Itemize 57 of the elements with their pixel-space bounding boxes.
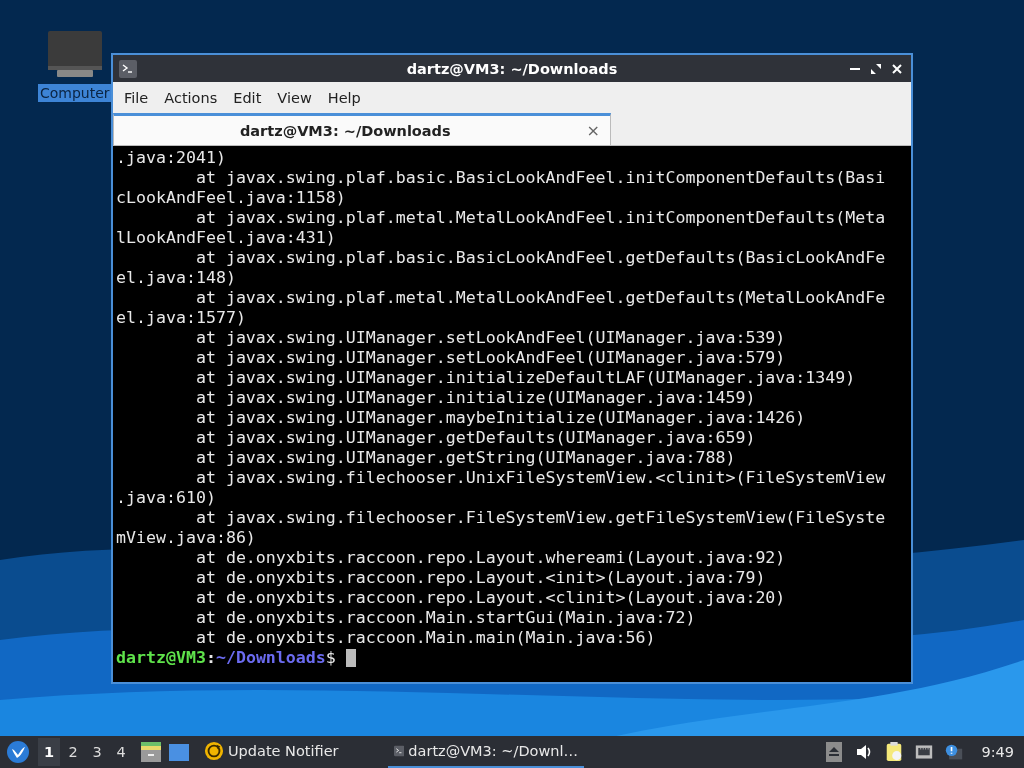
output-line: at de.onyxbits.raccoon.repo.Layout.<clinit>(Layout.java:20) bbox=[194, 588, 786, 608]
output-line: at javax.swing.UIManager.getString(UIManager.java:788) bbox=[194, 448, 736, 468]
file-cabinet-icon[interactable] bbox=[140, 741, 162, 763]
output-line: lLookAndFeel.java:431) bbox=[116, 228, 336, 248]
terminal-icon bbox=[119, 59, 137, 78]
output-line: at javax.swing.plaf.metal.MetalLookAndFeel.getDefaults(MetalLookAndFe bbox=[194, 288, 886, 308]
menu-item[interactable]: File bbox=[116, 87, 157, 108]
task-button[interactable]: dartz@VM3: ~/Downl… bbox=[388, 736, 584, 768]
output-line: el.java:148) bbox=[116, 268, 236, 288]
icon-label[interactable]: Computer bbox=[38, 84, 112, 102]
output-line: at javax.swing.plaf.metal.MetalLookAndFeel.initComponentDefaults(Meta bbox=[194, 208, 886, 228]
output-line: at de.onyxbits.raccoon.repo.Layout.whereami(Layout.java:92) bbox=[194, 548, 786, 568]
output-line: at de.onyxbits.raccoon.Main.main(Main.java:56) bbox=[194, 628, 656, 648]
output-line: .java:2041) bbox=[116, 148, 226, 168]
eject-icon[interactable] bbox=[825, 742, 844, 762]
tab[interactable]: dartz@VM3: ~/Downloads × bbox=[113, 113, 611, 145]
output-line: at javax.swing.UIManager.initialize(UIManager.java:1459) bbox=[194, 388, 756, 408]
maximize-icon[interactable] bbox=[870, 62, 882, 75]
workspace-button[interactable]: 2 bbox=[62, 738, 84, 766]
output-line: cLookAndFeel.java:1158) bbox=[116, 188, 346, 208]
workspace-button[interactable]: 1 bbox=[38, 738, 60, 766]
output-line: at javax.swing.plaf.basic.BasicLookAndFeel.initComponentDefaults(Basi bbox=[194, 168, 886, 188]
prompt-user: dartz@VM3 bbox=[116, 648, 206, 668]
task-button[interactable]: Update Notifier bbox=[198, 736, 388, 768]
menu-item[interactable]: Help bbox=[319, 87, 369, 108]
desktop-icon[interactable] bbox=[168, 741, 190, 763]
output-line: at javax.swing.plaf.basic.BasicLookAndFeel.getDefaults(BasicLookAndFe bbox=[194, 248, 886, 268]
monitor-icon[interactable] bbox=[46, 30, 103, 78]
refresh-icon bbox=[204, 741, 224, 761]
prompt-symbol: $ bbox=[325, 648, 336, 668]
clipboard-icon[interactable] bbox=[885, 742, 904, 762]
output-line: at javax.swing.filechooser.UnixFileSystemView.<clinit>(FileSystemView bbox=[194, 468, 886, 488]
output-line: at javax.swing.UIManager.initializeDefaultLAF(UIManager.java:1349) bbox=[194, 368, 856, 388]
output-line: at javax.swing.filechooser.FileSystemView.getFileSystemView(FileSyste bbox=[194, 508, 886, 528]
menu-item[interactable]: Actions bbox=[156, 87, 226, 108]
tab-close-button[interactable]: × bbox=[576, 121, 610, 140]
window-title: dartz@VM3: ~/Downloads bbox=[405, 60, 619, 77]
output-line: at javax.swing.UIManager.maybeInitialize(UIManager.java:1426) bbox=[194, 408, 806, 428]
output-line: mView.java:86) bbox=[116, 528, 256, 548]
workspace-button[interactable]: 4 bbox=[110, 738, 132, 766]
output-line: el.java:1577) bbox=[116, 308, 246, 328]
output-line: at de.onyxbits.raccoon.Main.startGui(Main.java:72) bbox=[194, 608, 696, 628]
output-line: at javax.swing.UIManager.getDefaults(UIManager.java:659) bbox=[194, 428, 756, 448]
network-icon[interactable] bbox=[915, 742, 934, 762]
text-cursor bbox=[345, 649, 356, 667]
notification-icon[interactable] bbox=[945, 742, 964, 762]
menu-item[interactable]: Edit bbox=[225, 87, 270, 108]
workspace-button[interactable]: 3 bbox=[86, 738, 108, 766]
menu-item[interactable]: View bbox=[269, 87, 320, 108]
output-line: at javax.swing.UIManager.setLookAndFeel(UIManager.java:539) bbox=[194, 328, 786, 348]
output-line: .java:610) bbox=[116, 488, 216, 508]
close-icon[interactable] bbox=[891, 62, 903, 75]
prompt-path: ~/Downloads bbox=[215, 648, 326, 668]
clock[interactable]: 9:49 bbox=[981, 744, 1014, 760]
output-line: at de.onyxbits.raccoon.repo.Layout.<init>(Layout.java:79) bbox=[194, 568, 766, 588]
prompt-separator: : bbox=[205, 648, 216, 668]
output-line: at javax.swing.UIManager.setLookAndFeel(UIManager.java:579) bbox=[194, 348, 786, 368]
